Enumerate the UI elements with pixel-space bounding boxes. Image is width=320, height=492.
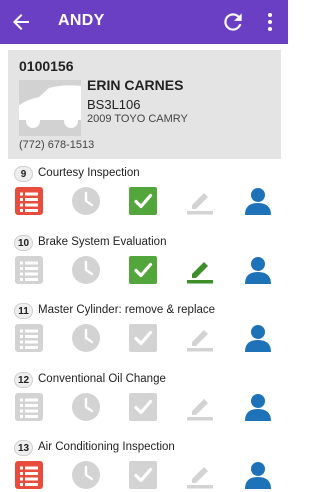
job-title: Air Conditioning Inspection xyxy=(38,441,175,453)
technician-person-icon[interactable] xyxy=(243,323,273,353)
pencil-icon[interactable] xyxy=(185,392,215,422)
check-icon[interactable] xyxy=(128,186,158,216)
job-title: Conventional Oil Change xyxy=(38,373,166,385)
vehicle-info: 2009 TOYO CAMRY xyxy=(87,113,188,125)
technician-person-icon[interactable] xyxy=(243,460,273,490)
job-title: Brake System Evaluation xyxy=(38,236,167,248)
clock-icon[interactable] xyxy=(71,460,101,490)
job-number-badge: 12 xyxy=(14,372,33,388)
checklist-icon[interactable] xyxy=(14,392,44,422)
clock-icon[interactable] xyxy=(71,186,101,216)
job-number-badge: 10 xyxy=(14,235,33,251)
job-number-badge: 9 xyxy=(14,166,33,182)
job-number-badge: 13 xyxy=(14,440,33,456)
pencil-icon[interactable] xyxy=(185,186,215,216)
pencil-icon[interactable] xyxy=(185,255,215,285)
ro-number: 0100156 xyxy=(19,58,74,74)
clock-icon[interactable] xyxy=(71,255,101,285)
check-icon[interactable] xyxy=(128,392,158,422)
check-icon[interactable] xyxy=(128,460,158,490)
customer-phone: (772) 678-1513 xyxy=(19,139,95,151)
job-number-badge: 11 xyxy=(14,303,33,319)
job-title: Master Cylinder: remove & replace xyxy=(38,304,216,316)
more-vert-icon[interactable] xyxy=(260,10,280,34)
technician-person-icon[interactable] xyxy=(243,186,273,216)
checklist-icon[interactable] xyxy=(14,186,44,216)
customer-card[interactable]: 0100156 ERIN CARNES BS3L106 2009 TOYO CA… xyxy=(8,50,281,159)
car-icon xyxy=(19,80,81,136)
job-row: 12 Conventional Oil Change xyxy=(0,372,288,440)
job-row: 13 Air Conditioning Inspection xyxy=(0,440,288,492)
license-plate: BS3L106 xyxy=(87,97,141,112)
back-arrow-icon[interactable] xyxy=(9,10,33,34)
checklist-icon[interactable] xyxy=(14,460,44,490)
clock-icon[interactable] xyxy=(71,392,101,422)
pencil-icon[interactable] xyxy=(185,323,215,353)
job-row: 10 Brake System Evaluation xyxy=(0,235,288,303)
job-row: 11 Master Cylinder: remove & replace xyxy=(0,303,288,371)
clock-icon[interactable] xyxy=(71,323,101,353)
job-title: Courtesy Inspection xyxy=(38,167,140,179)
customer-name: ERIN CARNES xyxy=(87,77,184,93)
technician-person-icon[interactable] xyxy=(243,255,273,285)
check-icon[interactable] xyxy=(128,255,158,285)
technician-person-icon[interactable] xyxy=(243,392,273,422)
page-title: ANDY xyxy=(58,12,105,29)
pencil-icon[interactable] xyxy=(185,460,215,490)
job-row: 9 Courtesy Inspection xyxy=(0,166,288,234)
app-bar: ANDY xyxy=(0,0,288,44)
check-icon[interactable] xyxy=(128,323,158,353)
checklist-icon[interactable] xyxy=(14,255,44,285)
checklist-icon[interactable] xyxy=(14,323,44,353)
refresh-icon[interactable] xyxy=(220,9,246,35)
